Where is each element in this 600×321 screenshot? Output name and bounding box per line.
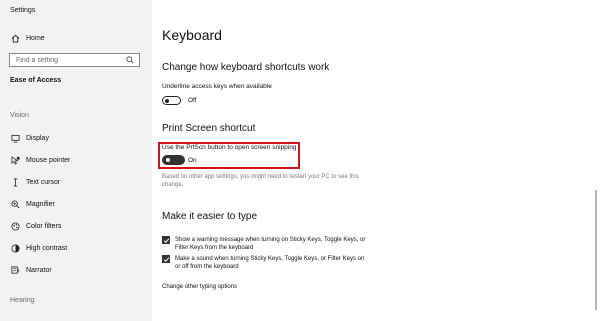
section-hearing: Hearing bbox=[10, 297, 35, 304]
sidebar-item-label: Mouse pointer bbox=[26, 156, 71, 164]
search-input[interactable] bbox=[16, 56, 126, 64]
sidebar-item-label: Home bbox=[26, 34, 45, 42]
sidebar-item-label: High contrast bbox=[26, 244, 68, 252]
prtscn-toggle-label: Use the PrtScn button to open screen sni… bbox=[162, 144, 297, 151]
sidebar-item-label: Text cursor bbox=[26, 178, 61, 186]
search-box[interactable] bbox=[9, 53, 140, 67]
sidebar: Settings Home Ease of Access Vision Disp… bbox=[0, 0, 152, 321]
sidebar-item-label: Narrator bbox=[26, 266, 52, 274]
sidebar-item-home[interactable]: Home bbox=[10, 33, 45, 43]
window-title: Settings bbox=[10, 7, 36, 14]
home-icon bbox=[10, 33, 20, 43]
section-heading-shortcuts: Change how keyboard shortcuts work bbox=[162, 62, 330, 73]
sidebar-item-display[interactable]: Display bbox=[10, 133, 49, 143]
sidebar-item-text-cursor[interactable]: Text cursor bbox=[10, 177, 60, 187]
search-icon[interactable] bbox=[126, 56, 134, 64]
high-contrast-icon bbox=[10, 243, 20, 253]
main-content: Keyboard Change how keyboard shortcuts w… bbox=[152, 0, 600, 321]
checkbox-label: Show a warning message when turning on S… bbox=[175, 237, 366, 251]
toggle-state-label: Off bbox=[188, 97, 197, 104]
section-vision: Vision bbox=[10, 112, 29, 119]
sidebar-item-color-filters[interactable]: Color filters bbox=[10, 221, 61, 231]
mouse-pointer-icon bbox=[10, 155, 20, 165]
sidebar-item-label: Color filters bbox=[26, 222, 62, 230]
checkbox-label: Make a sound when turning Sticky Keys, T… bbox=[175, 256, 365, 270]
sidebar-item-label: Display bbox=[26, 134, 49, 142]
restart-note: Based on other app settings, you might n… bbox=[162, 174, 359, 188]
sound-checkbox-row[interactable]: Make a sound when turning Sticky Keys, T… bbox=[162, 255, 370, 271]
underline-access-keys-label: Underline access keys when available bbox=[162, 83, 272, 90]
sidebar-item-mouse-pointer[interactable]: Mouse pointer bbox=[10, 155, 70, 165]
page-title: Keyboard bbox=[162, 27, 222, 43]
sidebar-item-narrator[interactable]: Narrator bbox=[10, 265, 52, 275]
section-heading-easier-typing: Make it easier to type bbox=[162, 211, 258, 222]
warning-message-checkbox-row[interactable]: Show a warning message when turning on S… bbox=[162, 236, 370, 252]
text-cursor-icon bbox=[10, 177, 20, 187]
toggle-state-label: On bbox=[188, 157, 197, 164]
section-heading-print-screen: Print Screen shortcut bbox=[162, 123, 256, 134]
toggle-knob bbox=[166, 158, 170, 162]
change-other-typing-options-link[interactable]: Change other typing options bbox=[162, 284, 237, 290]
checkbox-checked[interactable] bbox=[162, 236, 170, 244]
toggle-knob bbox=[165, 98, 169, 103]
magnifier-icon bbox=[10, 199, 20, 209]
sidebar-item-magnifier[interactable]: Magnifier bbox=[10, 199, 55, 209]
narrator-icon bbox=[10, 265, 20, 275]
sidebar-category: Ease of Access bbox=[10, 77, 62, 84]
scrollbar[interactable] bbox=[595, 190, 597, 310]
color-filters-icon bbox=[10, 221, 20, 231]
sidebar-item-high-contrast[interactable]: High contrast bbox=[10, 243, 67, 253]
underline-access-keys-toggle[interactable] bbox=[162, 96, 181, 105]
checkbox-checked[interactable] bbox=[162, 255, 170, 263]
sidebar-item-label: Magnifier bbox=[26, 200, 55, 208]
prtscn-snipping-toggle[interactable] bbox=[162, 155, 185, 165]
display-icon bbox=[10, 133, 20, 143]
